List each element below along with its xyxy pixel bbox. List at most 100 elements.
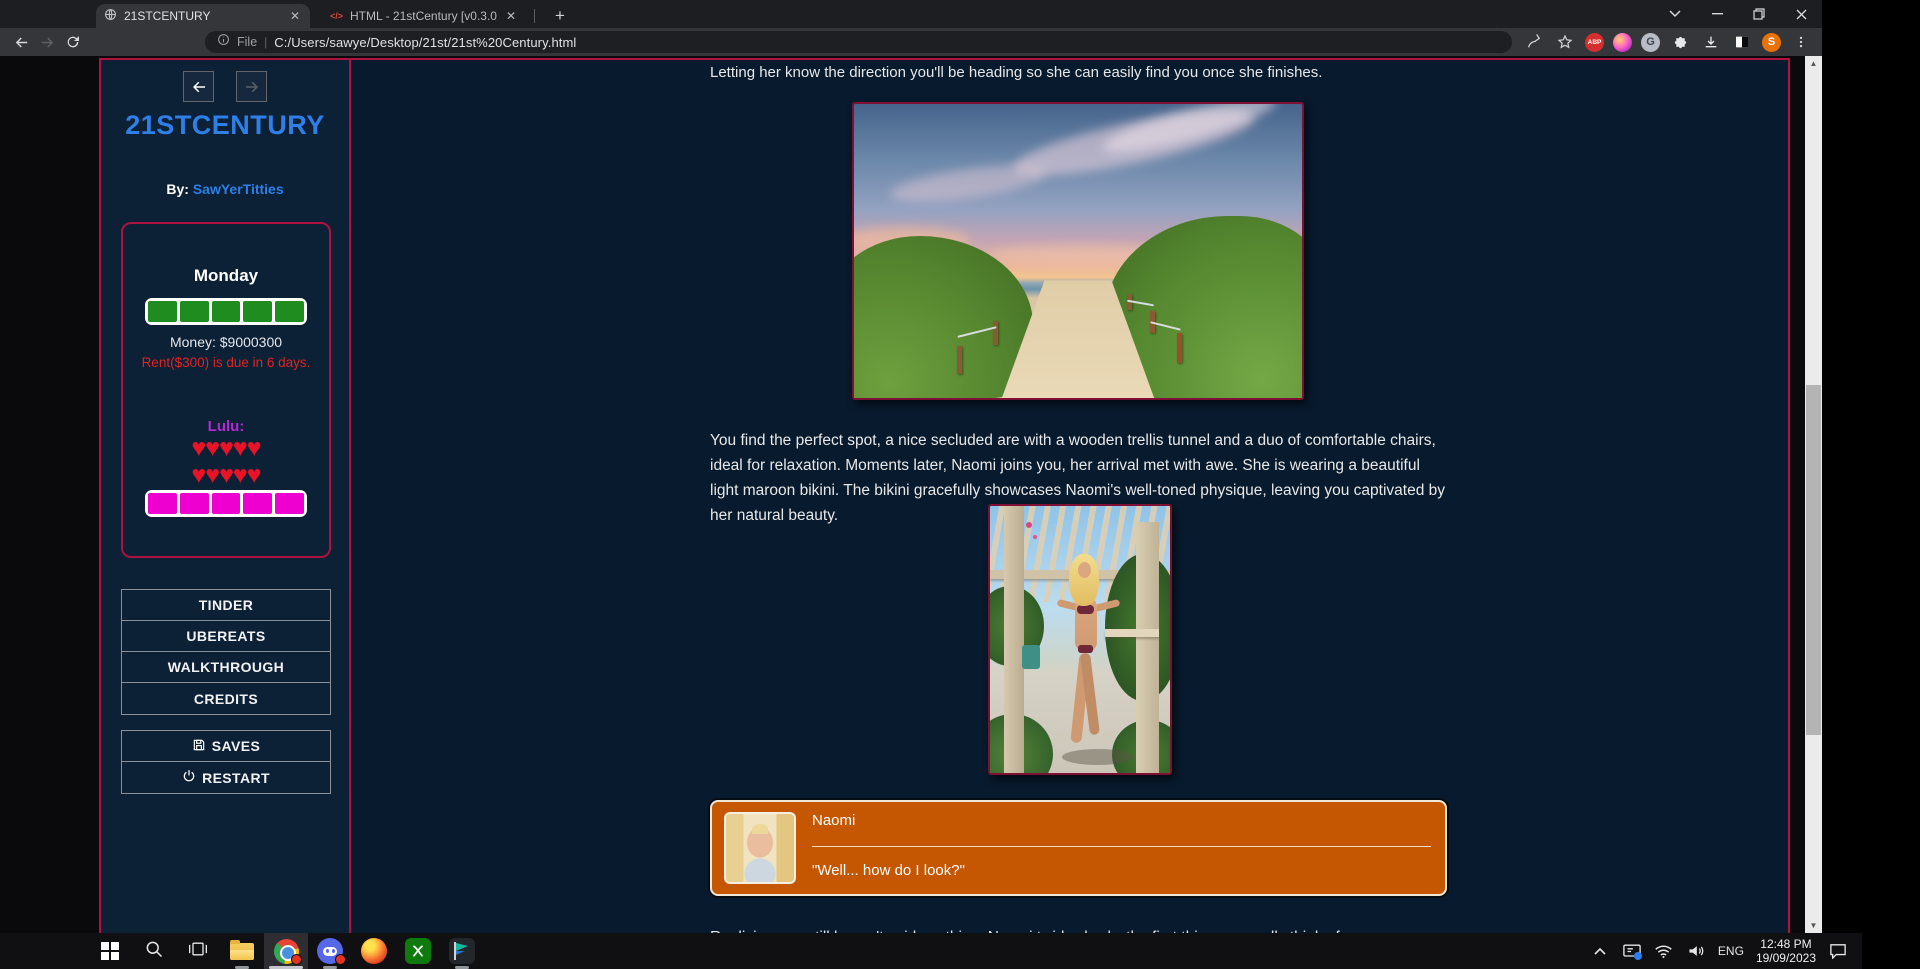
task-view-button[interactable] <box>176 933 220 969</box>
close-window-button[interactable] <box>1780 0 1822 28</box>
menu-item-ubereats[interactable]: UBEREATS <box>122 621 330 652</box>
restart-button[interactable]: RESTART <box>122 762 330 793</box>
address-divider: | <box>264 35 267 49</box>
bookmark-star-icon[interactable] <box>1554 31 1576 53</box>
taskbar-search-button[interactable] <box>132 933 176 969</box>
forward-button[interactable] <box>34 30 60 54</box>
beach-image <box>852 102 1304 400</box>
browser-window: 21STCENTURY ✕ </> HTML - 21stCentury [v0… <box>0 0 1822 933</box>
tab-bar: 21STCENTURY ✕ </> HTML - 21stCentury [v0… <box>0 0 1822 28</box>
floppy-save-icon <box>192 738 206 755</box>
display-cast-icon[interactable] <box>1622 940 1642 962</box>
file-explorer-button[interactable] <box>220 933 264 969</box>
tab-title: 21STCENTURY <box>124 9 281 23</box>
money-label: Money: $9000300 <box>123 334 329 350</box>
saves-button[interactable]: SAVES <box>122 731 330 762</box>
bar-segment <box>212 301 241 322</box>
reload-button[interactable] <box>60 30 86 54</box>
system-tray: ENG 12:48 PM 19/09/2023 <box>1590 937 1862 965</box>
g-extension-icon[interactable]: G <box>1641 33 1660 52</box>
by-label: By: <box>166 181 189 197</box>
clock-time: 12:48 PM <box>1756 937 1816 951</box>
stats-box: Monday Money: $9000300 Rent($300) is due… <box>121 222 331 558</box>
tab-html-editor[interactable]: </> HTML - 21stCentury [v0.3.0] [Saw ✕ <box>322 4 526 28</box>
taskbar-clock[interactable]: 12:48 PM 19/09/2023 <box>1756 937 1816 965</box>
hearts-row: ♥♥♥♥♥ <box>123 435 329 461</box>
notification-dot <box>1634 952 1642 960</box>
window-controls <box>1654 0 1822 28</box>
character-name: Lulu: <box>123 418 329 435</box>
screen: 21STCENTURY ✕ </> HTML - 21stCentury [v0… <box>0 0 1920 969</box>
game-sidebar: 21STCENTURY By: SawYerTitties Monday Mon… <box>101 60 351 933</box>
tab-title: HTML - 21stCentury [v0.3.0] [Saw <box>350 9 497 23</box>
restore-button[interactable] <box>1738 0 1780 28</box>
affection-bar <box>145 490 307 517</box>
chrome-notification-badge <box>291 954 302 965</box>
xbox-button[interactable] <box>396 933 440 969</box>
power-restart-icon <box>182 769 196 786</box>
discord-notification-badge <box>335 954 346 965</box>
html-file-icon: </> <box>330 11 343 21</box>
start-button[interactable] <box>88 933 132 969</box>
profile-avatar[interactable]: S <box>1762 33 1781 52</box>
side-panel-icon[interactable] <box>1731 31 1753 53</box>
pink-extension-icon[interactable] <box>1613 33 1632 52</box>
menu-item-tinder[interactable]: TINDER <box>122 590 330 621</box>
extensions-puzzle-icon[interactable] <box>1669 31 1691 53</box>
day-progress-bar <box>145 298 307 325</box>
page-scrollbar[interactable]: ▲ ▼ <box>1805 56 1822 933</box>
page-viewport: 21STCENTURY By: SawYerTitties Monday Mon… <box>0 56 1822 933</box>
browser-toolbar: File | C:/Users/sawye/Desktop/21st/21st%… <box>0 28 1822 56</box>
tray-expand-chevron-icon[interactable] <box>1590 940 1610 962</box>
xbox-icon <box>405 938 431 964</box>
minimize-button[interactable] <box>1696 0 1738 28</box>
new-tab-button[interactable]: + <box>548 5 572 27</box>
dialog-divider <box>812 846 1431 847</box>
chrome-button[interactable] <box>264 933 308 969</box>
bar-segment <box>148 301 177 322</box>
firefox-button[interactable] <box>352 933 396 969</box>
scroll-up-arrow[interactable]: ▲ <box>1805 56 1822 71</box>
system-menu: SAVES RESTART <box>121 730 331 794</box>
byline: By: SawYerTitties <box>101 181 349 197</box>
playnite-icon <box>449 938 475 964</box>
scheme-label: File <box>237 35 257 49</box>
volume-icon[interactable] <box>1686 940 1706 962</box>
tab-close-icon[interactable]: ✕ <box>288 9 302 23</box>
scrollbar-thumb[interactable] <box>1806 385 1821 735</box>
tab-search-icon[interactable] <box>1654 0 1696 28</box>
naomi-avatar <box>724 812 796 884</box>
hearts-row: ♥♥♥♥♥ <box>123 462 329 488</box>
history-forward-button[interactable] <box>236 71 267 102</box>
search-icon <box>144 939 164 964</box>
menu-item-walkthrough[interactable]: WALKTHROUGH <box>122 652 330 683</box>
info-icon[interactable] <box>217 33 230 51</box>
main-menu: TINDER UBEREATS WALKTHROUGH CREDITS <box>121 589 331 715</box>
menu-item-credits[interactable]: CREDITS <box>122 683 330 714</box>
history-back-button[interactable] <box>183 71 214 102</box>
bar-segment <box>148 493 177 514</box>
bar-segment <box>243 493 272 514</box>
game-title: 21STCENTURY <box>101 110 349 141</box>
back-button[interactable] <box>8 30 34 54</box>
browser-menu-icon[interactable] <box>1790 31 1812 53</box>
bar-segment <box>180 301 209 322</box>
share-icon[interactable] <box>1523 31 1545 53</box>
action-center-icon[interactable] <box>1828 940 1848 962</box>
address-bar[interactable]: File | C:/Users/sawye/Desktop/21st/21st%… <box>205 31 1512 53</box>
author-link[interactable]: SawYerTitties <box>193 181 284 197</box>
wifi-icon[interactable] <box>1654 940 1674 962</box>
story-text: Letting her know the direction you'll be… <box>710 64 1450 81</box>
adblock-extension-icon[interactable]: ABP <box>1585 33 1604 52</box>
language-indicator[interactable]: ENG <box>1718 944 1744 958</box>
bar-segment <box>180 493 209 514</box>
discord-button[interactable] <box>308 933 352 969</box>
playnite-button[interactable] <box>440 933 484 969</box>
tab-separator <box>534 9 535 23</box>
tab-21stcentury[interactable]: 21STCENTURY ✕ <box>96 4 310 28</box>
scroll-down-arrow[interactable]: ▼ <box>1805 918 1822 933</box>
tab-close-icon[interactable]: ✕ <box>504 9 518 23</box>
bar-segment <box>212 493 241 514</box>
downloads-icon[interactable] <box>1700 31 1722 53</box>
windows-logo-icon <box>101 942 119 960</box>
